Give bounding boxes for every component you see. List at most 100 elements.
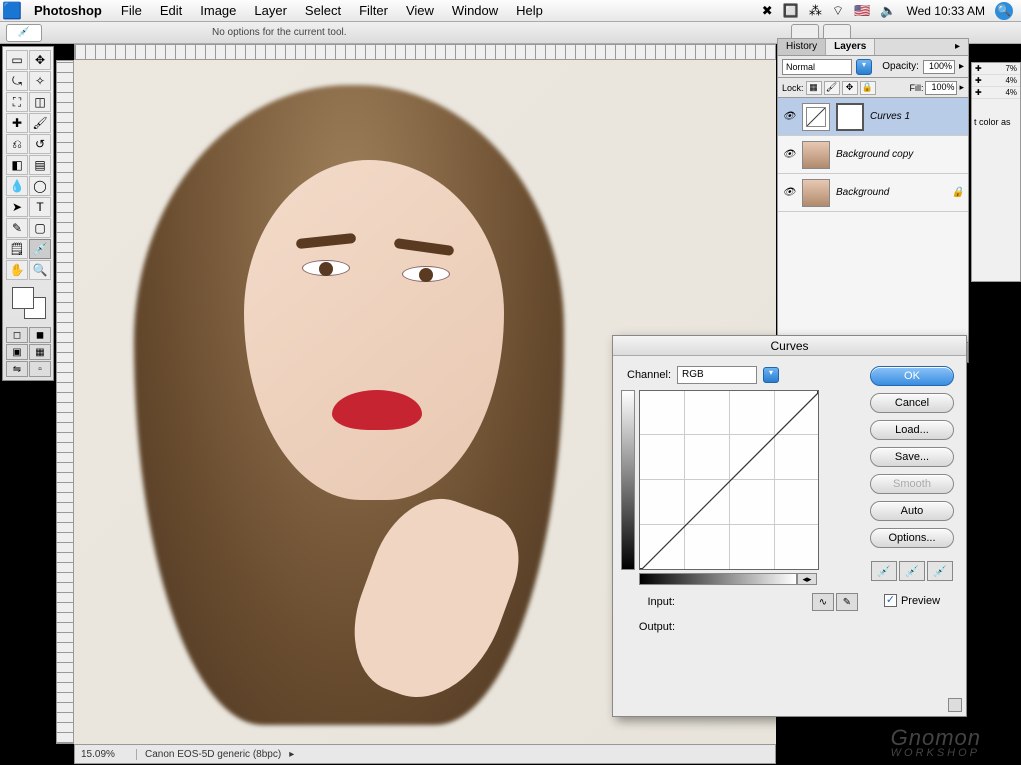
move-tool[interactable]: ✥ (29, 50, 51, 70)
layer-row-curves[interactable]: 👁 Curves 1 (778, 98, 968, 136)
shape-tool[interactable]: ▢ (29, 218, 51, 238)
marquee-tool[interactable]: ▭ (6, 50, 28, 70)
opacity-field[interactable]: 100% (923, 60, 955, 74)
screenmode-1[interactable]: ▣ (6, 344, 28, 360)
eyedropper-tool[interactable]: 💉 (29, 239, 51, 259)
hand-tool[interactable]: ✋ (6, 260, 28, 280)
white-point-dropper-icon[interactable]: 💉 (927, 561, 953, 581)
cancel-button[interactable]: Cancel (870, 393, 954, 413)
fg-color-swatch[interactable] (12, 287, 34, 309)
menu-window[interactable]: Window (443, 3, 507, 18)
opacity-arrow-icon[interactable]: ▸ (959, 61, 964, 72)
quickmask-standard[interactable]: ◻ (6, 327, 28, 343)
channel-select[interactable]: RGB (677, 366, 757, 384)
tab-layers[interactable]: Layers (826, 39, 875, 55)
blur-tool[interactable]: 💧 (6, 176, 28, 196)
fill-arrow-icon[interactable]: ▸ (959, 82, 964, 93)
dialog-title[interactable]: Curves (613, 336, 966, 356)
app-name[interactable]: Photoshop (24, 3, 112, 18)
jump-to-ir[interactable]: ⇋ (6, 361, 28, 377)
crop-tool[interactable]: ⛶ (6, 92, 28, 112)
spotlight-icon[interactable]: 🔍 (995, 2, 1013, 20)
menu-edit[interactable]: Edit (151, 3, 191, 18)
layer-thumb[interactable] (802, 141, 830, 169)
bluetooth-icon[interactable]: ⁂ (809, 3, 822, 19)
black-point-dropper-icon[interactable]: 💉 (871, 561, 897, 581)
color-swatches[interactable] (6, 285, 51, 323)
visibility-icon[interactable]: 👁 (782, 111, 796, 122)
panel-menu-icon[interactable]: ▸ (875, 39, 968, 55)
menu-file[interactable]: File (112, 3, 151, 18)
menu-view[interactable]: View (397, 3, 443, 18)
current-tool-well[interactable]: 💉 (6, 24, 42, 42)
curves-grid[interactable] (639, 390, 819, 570)
channel-dropdown-icon[interactable]: ▾ (763, 367, 779, 383)
gradient-tool[interactable]: ▤ (29, 155, 51, 175)
quickmask-mode[interactable]: ◼ (29, 327, 51, 343)
doc-info[interactable]: Canon EOS-5D generic (8bpc) (145, 749, 281, 760)
lock-image-icon[interactable]: 🖌 (824, 81, 840, 95)
layer-thumb[interactable] (802, 179, 830, 207)
blend-mode-select[interactable]: Normal (782, 59, 852, 75)
visibility-icon[interactable]: 👁 (782, 149, 796, 160)
volume-icon[interactable]: 🔈 (880, 3, 896, 19)
preview-checkbox[interactable]: ✓ (884, 594, 897, 607)
flag-icon[interactable]: 🇺🇸 (854, 3, 870, 19)
input-field[interactable] (679, 594, 729, 610)
heal-tool[interactable]: ✚ (6, 113, 28, 133)
pencil-mode-icon[interactable]: ✎ (836, 593, 858, 611)
menu-image[interactable]: Image (191, 3, 245, 18)
tab-history[interactable]: History (778, 39, 826, 55)
ruler-vertical[interactable] (56, 60, 74, 744)
status-icon-2[interactable]: 🔲 (783, 3, 799, 19)
menu-filter[interactable]: Filter (350, 3, 397, 18)
history-brush-tool[interactable]: ↺ (29, 134, 51, 154)
lasso-tool[interactable]: ⤿ (6, 71, 28, 91)
layer-name[interactable]: Curves 1 (870, 111, 910, 122)
zoom-level[interactable]: 15.09% (81, 749, 137, 760)
path-select-tool[interactable]: ➤ (6, 197, 28, 217)
output-field[interactable] (679, 619, 729, 635)
resize-handle-icon[interactable] (948, 698, 962, 712)
screenmode-2[interactable]: ▦ (29, 344, 51, 360)
dodge-tool[interactable]: ◯ (29, 176, 51, 196)
wand-tool[interactable]: ✧ (29, 71, 51, 91)
layer-row-bgcopy[interactable]: 👁 Background copy (778, 136, 968, 174)
ruler-horizontal[interactable] (74, 44, 776, 60)
auto-button[interactable]: Auto (870, 501, 954, 521)
gradient-toggle-icon[interactable]: ◂▸ (797, 573, 817, 585)
load-button[interactable]: Load... (870, 420, 954, 440)
lock-position-icon[interactable]: ✥ (842, 81, 858, 95)
curve-mode-icon[interactable]: ∿ (812, 593, 834, 611)
options-button[interactable]: Options... (870, 528, 954, 548)
slice-tool[interactable]: ◫ (29, 92, 51, 112)
layer-name[interactable]: Background (836, 187, 889, 198)
smooth-button[interactable]: Smooth (870, 474, 954, 494)
layer-row-bg[interactable]: 👁 Background 🔒 (778, 174, 968, 212)
gray-point-dropper-icon[interactable]: 💉 (899, 561, 925, 581)
layer-mask-thumb[interactable] (836, 103, 864, 131)
wifi-icon[interactable]: ⌔ (832, 3, 844, 19)
layer-name[interactable]: Background copy (836, 149, 913, 160)
stamp-tool[interactable]: ⎌ (6, 134, 28, 154)
notes-tool[interactable]: 🗒 (6, 239, 28, 259)
eraser-tool[interactable]: ◧ (6, 155, 28, 175)
blend-dropdown-icon[interactable]: ▾ (856, 59, 872, 75)
lock-transparency-icon[interactable]: ▦ (806, 81, 822, 95)
menu-layer[interactable]: Layer (245, 3, 296, 18)
visibility-icon[interactable]: 👁 (782, 187, 796, 198)
lock-all-icon[interactable]: 🔒 (860, 81, 876, 95)
pen-tool[interactable]: ✎ (6, 218, 28, 238)
zoom-tool[interactable]: 🔍 (29, 260, 51, 280)
screenmode-3[interactable]: ▫ (29, 361, 51, 377)
clock[interactable]: Wed 10:33 AM (907, 4, 986, 18)
menu-help[interactable]: Help (507, 3, 552, 18)
layer-thumb-adjustment[interactable] (802, 103, 830, 131)
menu-select[interactable]: Select (296, 3, 350, 18)
ok-button[interactable]: OK (870, 366, 954, 386)
save-button[interactable]: Save... (870, 447, 954, 467)
type-tool[interactable]: T (29, 197, 51, 217)
fill-field[interactable]: 100% (925, 81, 957, 95)
apple-logo-icon[interactable]: 🟦 (0, 1, 24, 21)
brush-tool[interactable]: 🖌 (29, 113, 51, 133)
